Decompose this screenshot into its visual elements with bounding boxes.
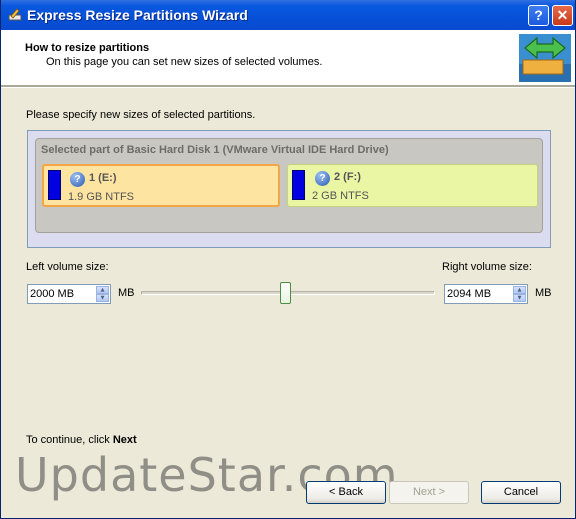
partition-e[interactable]: ? 1 (E:) 1.9 GB NTFS bbox=[42, 164, 280, 207]
disk-box: Selected part of Basic Hard Disk 1 (VMwa… bbox=[35, 138, 543, 233]
left-volume-size-input[interactable]: 2000 MB ▲ ▼ bbox=[27, 284, 111, 304]
cancel-button[interactable]: Cancel bbox=[481, 481, 561, 504]
help-button[interactable]: ? bbox=[528, 5, 549, 26]
right-volume-size-label: Right volume size: bbox=[442, 261, 532, 273]
volume-usage-bar bbox=[292, 170, 305, 200]
disk-map-panel: Selected part of Basic Hard Disk 1 (VMwa… bbox=[27, 130, 551, 248]
resize-partitions-icon bbox=[519, 34, 571, 82]
left-unit-label: MB bbox=[118, 287, 135, 299]
disk-title: Selected part of Basic Hard Disk 1 (VMwa… bbox=[41, 144, 389, 156]
partition-name: 2 (F:) bbox=[334, 171, 361, 183]
spin-up-icon[interactable]: ▲ bbox=[96, 286, 109, 294]
right-volume-size-value[interactable]: 2094 MB bbox=[447, 288, 491, 300]
spin-down-icon[interactable]: ▼ bbox=[96, 294, 109, 302]
continue-next-word: Next bbox=[112, 434, 137, 446]
next-button[interactable]: Next > bbox=[389, 481, 469, 504]
window-title: Express Resize Partitions Wizard bbox=[27, 7, 248, 23]
right-spinner[interactable]: ▲ ▼ bbox=[513, 286, 526, 302]
question-icon: ? bbox=[315, 171, 330, 186]
partition-f[interactable]: ? 2 (F:) 2 GB NTFS bbox=[287, 164, 538, 207]
page-subtitle: On this page you can set new sizes of se… bbox=[46, 56, 323, 68]
partition-name: 1 (E:) bbox=[89, 172, 117, 184]
continue-hint: To continue, click Next bbox=[26, 434, 137, 446]
close-button[interactable]: ✕ bbox=[552, 5, 573, 26]
spin-down-icon[interactable]: ▼ bbox=[513, 294, 526, 302]
title-bar[interactable]: Express Resize Partitions Wizard ? ✕ bbox=[1, 0, 575, 30]
back-button[interactable]: < Back bbox=[306, 481, 386, 504]
question-icon: ? bbox=[70, 172, 85, 187]
continue-text: To continue, click bbox=[26, 434, 113, 446]
wizard-header: How to resize partitions On this page yo… bbox=[1, 30, 575, 86]
header-separator bbox=[1, 86, 575, 88]
left-volume-size-value[interactable]: 2000 MB bbox=[30, 288, 74, 300]
size-slider-thumb[interactable] bbox=[280, 282, 291, 304]
right-volume-size-input[interactable]: 2094 MB ▲ ▼ bbox=[444, 284, 528, 304]
page-title: How to resize partitions bbox=[25, 42, 150, 54]
partition-info: 2 GB NTFS bbox=[312, 190, 369, 202]
left-volume-size-label: Left volume size: bbox=[26, 261, 109, 273]
volume-usage-bar bbox=[48, 170, 61, 200]
spin-up-icon[interactable]: ▲ bbox=[513, 286, 526, 294]
left-spinner[interactable]: ▲ ▼ bbox=[96, 286, 109, 302]
wizard-window: Express Resize Partitions Wizard ? ✕ How… bbox=[0, 0, 576, 519]
instruction-text: Please specify new sizes of selected par… bbox=[26, 109, 256, 121]
right-unit-label: MB bbox=[535, 287, 552, 299]
wizard-app-icon bbox=[8, 8, 22, 21]
partition-info: 1.9 GB NTFS bbox=[68, 191, 135, 203]
